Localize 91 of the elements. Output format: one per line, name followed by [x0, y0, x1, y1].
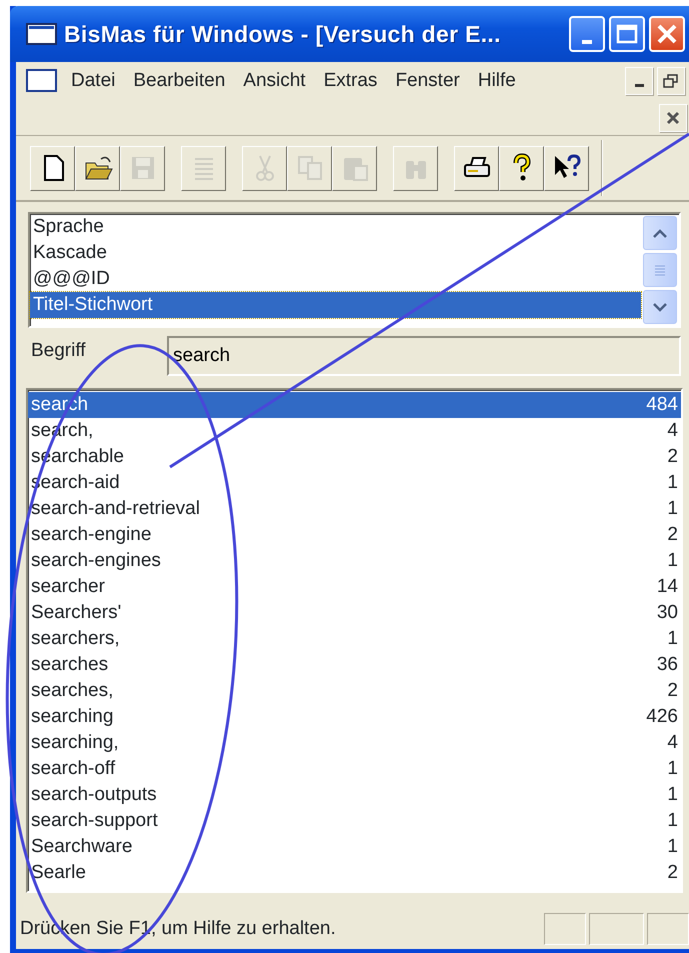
term-row[interactable]: searching 426: [28, 704, 681, 730]
term-text: searches,: [31, 679, 114, 703]
restore-icon: [663, 74, 679, 88]
term-row[interactable]: search-engines 1: [28, 548, 681, 574]
term-text: search-outputs: [31, 783, 157, 807]
term-row[interactable]: searching, 4: [28, 730, 681, 756]
close-document-button[interactable]: [659, 104, 687, 132]
menu-item[interactable]: Fenster: [386, 66, 469, 96]
term-count: 36: [656, 653, 678, 677]
maximize-button[interactable]: [609, 16, 645, 52]
term-text: search-engines: [31, 549, 161, 573]
toolbar-button[interactable]: [75, 146, 120, 190]
term-list[interactable]: [26, 388, 683, 893]
toolbar-button[interactable]: [454, 146, 499, 190]
term-text: searcher: [31, 575, 105, 599]
term-count: 1: [667, 783, 678, 807]
menu-item[interactable]: Datei: [62, 66, 124, 96]
term-row[interactable]: search-and-retrieval 1: [28, 496, 681, 522]
toolbar-button[interactable]: [544, 146, 589, 190]
term-row[interactable]: searchers, 1: [28, 626, 681, 652]
term-row[interactable]: searcher 14: [28, 574, 681, 600]
term-row[interactable]: Searle 2: [28, 860, 681, 886]
minimize-document-button[interactable]: [625, 67, 653, 95]
term-text: search-and-retrieval: [31, 497, 200, 521]
scrollbar[interactable]: [641, 214, 679, 326]
term-count: 14: [656, 575, 678, 599]
status-pane: [647, 913, 689, 945]
term-count: 426: [646, 705, 678, 729]
term-count: 2: [667, 861, 678, 885]
term-label: Begriff: [31, 338, 87, 363]
window-title: BisMas für Windows - [Versuch der E...: [64, 20, 501, 49]
term-text: Searchware: [31, 835, 132, 859]
scroll-thumb[interactable]: [643, 253, 677, 287]
term-count: 4: [667, 419, 678, 443]
term-text: searchers,: [31, 627, 120, 651]
restore-document-button[interactable]: [657, 67, 685, 95]
term-text: Searchers': [31, 601, 122, 625]
term-count: 1: [667, 549, 678, 573]
term-row[interactable]: search-support 1: [28, 808, 681, 834]
menu-item[interactable]: Ansicht: [234, 66, 315, 96]
toolbar-button[interactable]: [499, 146, 544, 190]
close-icon: [656, 23, 678, 45]
status-pane: [589, 913, 644, 945]
term-count: 1: [667, 497, 678, 521]
term-text: searches: [31, 653, 108, 677]
menu-item[interactable]: Hilfe: [468, 66, 525, 96]
field-item[interactable]: Sprache: [30, 214, 641, 240]
term-count: 1: [667, 809, 678, 833]
field-item[interactable]: Kascade: [30, 240, 641, 266]
term-row[interactable]: Searchware 1: [28, 834, 681, 860]
scroll-up-button[interactable]: [643, 216, 677, 250]
field-item[interactable]: @@@ID: [30, 266, 641, 292]
close-button[interactable]: [649, 16, 685, 52]
term-count: 4: [667, 731, 678, 755]
term-text: searching,: [31, 731, 119, 755]
term-text: Searle: [31, 861, 86, 885]
term-count: 1: [667, 471, 678, 495]
term-text: search-off: [31, 757, 116, 781]
window-icon: [26, 22, 58, 46]
term-row[interactable]: searches, 2: [28, 678, 681, 704]
term-row[interactable]: searches 36: [28, 652, 681, 678]
term-count: 1: [667, 835, 678, 859]
term-field[interactable]: search: [167, 336, 681, 376]
minimize-icon: [582, 40, 592, 44]
close-icon: [666, 110, 680, 124]
minimize-button[interactable]: [569, 16, 605, 52]
term-count: 2: [667, 679, 678, 703]
term-text: searching: [31, 705, 114, 729]
minimize-icon: [634, 84, 644, 86]
grip-icon: [654, 264, 666, 276]
status-pane: [544, 913, 586, 945]
field-list[interactable]: Sprache Kascade @@@ID Titel-Stichwort: [28, 212, 681, 328]
term-text: search-engine: [31, 523, 152, 547]
term-count: 1: [667, 627, 678, 651]
maximize-icon: [616, 24, 638, 44]
term-row[interactable]: Searchers' 30: [28, 600, 681, 626]
term-count: 2: [667, 523, 678, 547]
scroll-down-button[interactable]: [643, 290, 677, 324]
menu-item[interactable]: Extras: [314, 66, 386, 96]
term-count: 1: [667, 757, 678, 781]
term-row[interactable]: search-outputs 1: [28, 782, 681, 808]
term-count: 30: [656, 601, 678, 625]
toolbar-button[interactable]: [30, 146, 75, 190]
term-row[interactable]: search-engine 2: [28, 522, 681, 548]
menu-item[interactable]: Bearbeiten: [124, 66, 234, 96]
term-count: 2: [667, 445, 678, 469]
field-item[interactable]: Titel-Stichwort: [30, 292, 641, 318]
document-icon: [26, 68, 58, 94]
term-text: search-support: [31, 809, 158, 833]
term-count: 484: [646, 393, 678, 417]
term-row[interactable]: search-off 1: [28, 756, 681, 782]
